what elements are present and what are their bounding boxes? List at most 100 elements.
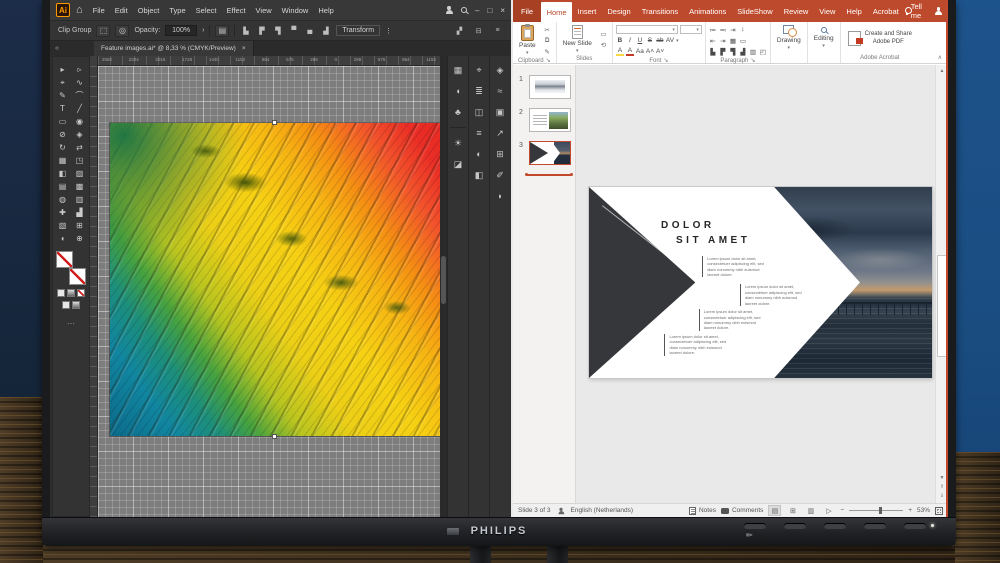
strikethrough-button[interactable]: ab bbox=[656, 36, 664, 45]
accessibility-icon[interactable] bbox=[557, 507, 563, 513]
gradient-button[interactable] bbox=[67, 289, 75, 297]
stroke-swatch[interactable] bbox=[69, 268, 86, 285]
next-slide-button[interactable]: ⇓ bbox=[940, 493, 944, 499]
menu-select[interactable]: Select bbox=[196, 6, 217, 15]
zoom-level[interactable]: 53% bbox=[917, 507, 930, 514]
tab-home[interactable]: Home bbox=[541, 2, 572, 22]
slide-thumbnail-3[interactable]: 3 bbox=[513, 141, 575, 165]
canvas-scrollbar-thumb[interactable] bbox=[441, 256, 446, 304]
gradient-tool[interactable]: ▩ bbox=[71, 180, 88, 193]
minimize-button[interactable]: – bbox=[475, 6, 479, 15]
text-direction-button[interactable]: ▭ bbox=[739, 36, 747, 45]
export-panel-icon[interactable]: ↗ bbox=[493, 127, 507, 139]
search-icon[interactable] bbox=[461, 7, 467, 13]
cut-button[interactable]: ✂ bbox=[542, 25, 553, 34]
feather-image-object[interactable] bbox=[110, 123, 440, 436]
document-tab[interactable]: Feature images.ai* @ 8,33 % (CMYK/Previe… bbox=[94, 41, 254, 56]
magic-wand-tool[interactable]: ⌖ bbox=[54, 76, 71, 89]
scroll-down-icon[interactable]: ▼ bbox=[940, 475, 945, 481]
menu-object[interactable]: Object bbox=[138, 6, 160, 15]
tab-acrobat[interactable]: Acrobat bbox=[867, 0, 904, 22]
tab-insert[interactable]: Insert bbox=[572, 0, 602, 22]
font-size-combobox[interactable]: ▾ bbox=[680, 25, 702, 34]
menu-type[interactable]: Type bbox=[169, 6, 185, 15]
indent-button[interactable]: ⇥ bbox=[729, 25, 737, 34]
thumbnail-image-2[interactable] bbox=[529, 108, 571, 132]
tab-file[interactable]: File bbox=[513, 0, 541, 22]
transform-button[interactable]: Transform bbox=[336, 25, 380, 36]
line-spacing-button[interactable]: ↕ bbox=[739, 25, 747, 34]
slide-thumbnail-2[interactable]: 2 bbox=[513, 108, 575, 132]
change-case-button[interactable]: Aa bbox=[636, 47, 644, 56]
align-left-icon[interactable]: ▙ bbox=[240, 25, 251, 36]
brushes-panel-icon[interactable]: ✐ bbox=[493, 169, 507, 181]
increase-font-button[interactable]: A˄ bbox=[646, 47, 654, 56]
font-color-button[interactable]: A bbox=[626, 47, 634, 56]
tell-me-button[interactable]: Tell me bbox=[904, 2, 924, 20]
columns-button[interactable]: ▦ bbox=[729, 36, 737, 45]
align-middle-icon[interactable]: ▄ bbox=[304, 25, 315, 36]
eyedropper-tool[interactable]: ◍ bbox=[54, 193, 71, 206]
transform-panel-icon[interactable]: ⌖ bbox=[472, 64, 486, 76]
opacity-expand-icon[interactable]: › bbox=[202, 27, 204, 34]
maximize-button[interactable]: □ bbox=[487, 6, 492, 15]
bounding-box-icon[interactable]: ⬚ bbox=[96, 25, 110, 37]
opacity-value[interactable]: 100% bbox=[165, 25, 197, 36]
shape-panel-icon[interactable]: ◗ bbox=[493, 190, 507, 202]
document-setup-icon[interactable]: ▤ bbox=[215, 25, 229, 37]
decrease-font-button[interactable]: A˅ bbox=[656, 47, 664, 56]
highlight-color-button[interactable]: A bbox=[616, 47, 624, 56]
thumbnail-image-3[interactable] bbox=[529, 141, 571, 165]
collapse-ribbon-icon[interactable]: ∧ bbox=[938, 54, 942, 61]
notes-button[interactable]: Notes bbox=[689, 507, 716, 515]
zoom-in-button[interactable]: + bbox=[908, 507, 912, 514]
copy-button[interactable]: ⧉ bbox=[542, 36, 553, 45]
transparency-panel-icon[interactable]: ◧ bbox=[472, 169, 486, 181]
format-painter-button[interactable]: ✎ bbox=[542, 47, 553, 56]
draw-behind-button[interactable] bbox=[72, 301, 80, 309]
document-tab-close-icon[interactable]: × bbox=[242, 45, 246, 52]
perspective-grid-tool[interactable]: ▨ bbox=[71, 167, 88, 180]
type-tool[interactable]: T bbox=[54, 102, 71, 115]
canvas-area[interactable]: 25922304 20161728 14401152 864576 2880 2… bbox=[90, 56, 440, 517]
align-left-button[interactable]: ▙ bbox=[709, 47, 717, 56]
rotate-tool[interactable]: ↻ bbox=[54, 141, 71, 154]
edit-toolbar-icon[interactable]: ⋯ bbox=[53, 319, 89, 328]
scale-tool[interactable]: ⇄ bbox=[71, 141, 88, 154]
menu-window[interactable]: Window bbox=[282, 6, 309, 15]
align-right-button[interactable]: ▜ bbox=[729, 47, 737, 56]
fill-swatch[interactable] bbox=[56, 251, 73, 268]
panel-menu-icon[interactable]: ≡ bbox=[492, 25, 503, 36]
line-segment-tool[interactable]: ╱ bbox=[71, 102, 88, 115]
curvature-tool[interactable]: ⌒ bbox=[71, 89, 88, 102]
underline-button[interactable]: U bbox=[636, 36, 644, 45]
slide-layout-button[interactable]: ▭ bbox=[598, 30, 609, 39]
arrange-documents-icon[interactable]: ▞ bbox=[454, 25, 465, 36]
slide-indicator[interactable]: Slide 3 of 3 bbox=[518, 507, 551, 514]
slideshow-view-button[interactable]: ▷ bbox=[822, 505, 835, 516]
thumbnail-image-1[interactable] bbox=[529, 75, 571, 99]
pathfinder-panel-icon[interactable]: ◫ bbox=[472, 106, 486, 118]
zoom-slider-thumb[interactable] bbox=[879, 507, 882, 514]
comments-button[interactable]: Comments bbox=[721, 507, 763, 514]
tab-help[interactable]: Help bbox=[841, 0, 867, 22]
symbol-sprayer-tool[interactable]: ✚ bbox=[54, 206, 71, 219]
close-button[interactable]: × bbox=[500, 6, 505, 15]
tab-view[interactable]: View bbox=[814, 0, 841, 22]
scroll-up-icon[interactable]: ▲ bbox=[940, 65, 945, 77]
home-icon[interactable]: ⌂ bbox=[76, 4, 83, 16]
free-transform-tool[interactable]: ◳ bbox=[71, 154, 88, 167]
tab-review[interactable]: Review bbox=[778, 0, 814, 22]
menu-view[interactable]: View bbox=[256, 6, 272, 15]
artboard-tool[interactable]: ▧ bbox=[54, 219, 71, 232]
smartart-button[interactable]: ◰ bbox=[759, 47, 767, 56]
text-shadow-button[interactable]: S bbox=[646, 36, 654, 45]
adjustments-panel-icon[interactable]: ☀ bbox=[451, 137, 465, 149]
target-icon[interactable]: ◎ bbox=[115, 25, 129, 37]
selection-handle-top[interactable] bbox=[272, 120, 277, 125]
selection-handle-bottom[interactable] bbox=[272, 434, 277, 439]
dialog-launcher-icon[interactable]: ↘ bbox=[546, 57, 551, 64]
increase-indent-button[interactable]: ⇥ bbox=[719, 36, 727, 45]
layers-panel-icon[interactable]: ◈ bbox=[493, 64, 507, 76]
column-graph-tool[interactable]: ▟ bbox=[71, 206, 88, 219]
